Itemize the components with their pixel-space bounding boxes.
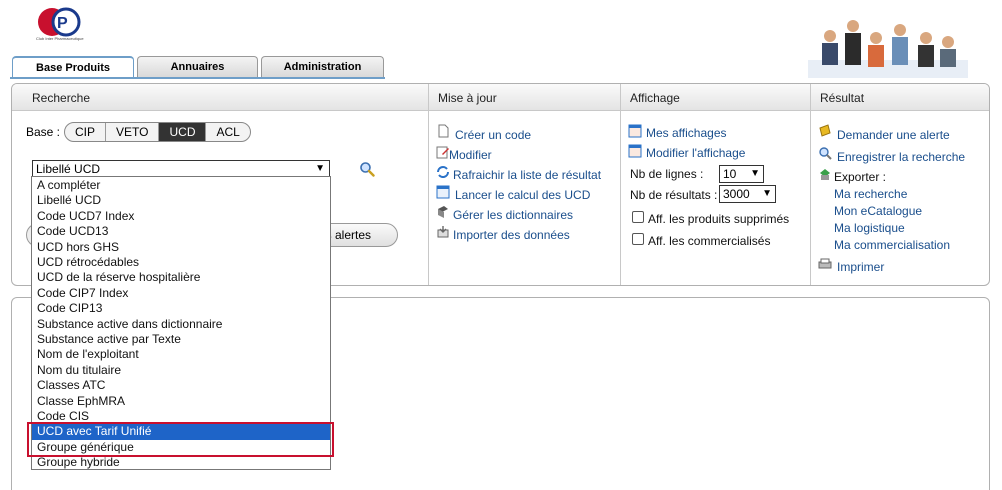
- criteria-option[interactable]: Groupe hybride: [32, 455, 330, 470]
- recherche-title: Recherche: [32, 91, 91, 105]
- criteria-option[interactable]: Code UCD13: [32, 224, 330, 239]
- new-document-icon: [438, 124, 449, 138]
- affichage-title: Affichage: [630, 91, 680, 105]
- export-ma-logistique-link[interactable]: Ma logistique: [834, 221, 905, 235]
- enregistrer-recherche-link[interactable]: Enregistrer la recherche: [837, 150, 965, 164]
- save-search-icon: [819, 147, 832, 160]
- nb-resultats-label: Nb de résultats :: [630, 188, 718, 202]
- nb-resultats-select[interactable]: 3000 ▼: [719, 185, 776, 203]
- base-label: Base :: [26, 125, 61, 139]
- modifier-link[interactable]: Modifier: [449, 148, 492, 162]
- criteria-option[interactable]: UCD de la réserve hospitalière: [32, 270, 330, 285]
- criteria-option[interactable]: Code UCD7 Index: [32, 209, 330, 224]
- column-divider: [810, 84, 811, 285]
- exporter-label: Exporter :: [834, 170, 887, 184]
- chevron-down-icon: ▼: [315, 163, 325, 174]
- base-option-veto[interactable]: VETO: [106, 123, 160, 141]
- lancer-calcul-link[interactable]: Lancer le calcul des UCD: [455, 188, 590, 202]
- demander-alerte-link[interactable]: Demander une alerte: [837, 128, 950, 142]
- criteria-option[interactable]: Substance active dans dictionnaire: [32, 317, 330, 332]
- bell-icon: [819, 124, 831, 137]
- tab-annuaires[interactable]: Annuaires: [137, 56, 258, 78]
- gerer-dictionnaires-link[interactable]: Gérer les dictionnaires: [453, 208, 573, 222]
- criteria-option[interactable]: Nom du titulaire: [32, 363, 330, 378]
- export-icon: [820, 169, 830, 180]
- creer-code-link[interactable]: Créer un code: [455, 128, 531, 142]
- criteria-option[interactable]: Nom de l'exploitant: [32, 347, 330, 362]
- refresh-icon: [437, 166, 449, 178]
- svg-text:P: P: [57, 15, 68, 32]
- search-icon[interactable]: [359, 161, 375, 177]
- criteria-option[interactable]: Code CIP7 Index: [32, 286, 330, 301]
- criteria-option[interactable]: Classes ATC: [32, 378, 330, 393]
- calculator-icon: [436, 185, 450, 199]
- panel-header: Recherche Mise à jour Affichage Résultat: [12, 84, 989, 111]
- nb-lignes-select[interactable]: 10 ▼: [719, 165, 764, 183]
- show-marketed-checkbox[interactable]: [632, 233, 644, 245]
- business-people-illustration: [808, 20, 968, 78]
- nb-resultats-value: 3000: [723, 187, 750, 201]
- chevron-down-icon: ▼: [750, 168, 760, 179]
- criteria-option[interactable]: UCD rétrocédables: [32, 255, 330, 270]
- display-grid-icon: [628, 124, 642, 138]
- nb-lignes-label: Nb de lignes :: [630, 167, 704, 181]
- tab-base-produits[interactable]: Base Produits: [12, 56, 134, 79]
- base-option-ucd[interactable]: UCD: [159, 123, 207, 141]
- dictionary-icon: [438, 206, 448, 218]
- callout-highlight-box: [27, 422, 334, 457]
- base-option-cip[interactable]: CIP: [65, 123, 107, 141]
- criteria-option[interactable]: A compléter: [32, 178, 330, 193]
- logo-caption: Club Inter Pharmaceutique: [36, 36, 84, 41]
- criteria-option[interactable]: Libellé UCD: [32, 193, 330, 208]
- edit-display-icon: [628, 144, 642, 158]
- importer-donnees-link[interactable]: Importer des données: [453, 228, 570, 242]
- column-divider: [620, 84, 621, 285]
- resultat-title: Résultat: [820, 91, 865, 105]
- export-mon-ecatalogue-link[interactable]: Mon eCatalogue: [834, 204, 922, 218]
- nb-lignes-value: 10: [723, 167, 737, 181]
- modifier-affichage-link[interactable]: Modifier l'affichage: [646, 146, 745, 160]
- criteria-option[interactable]: Code CIP13: [32, 301, 330, 316]
- criteria-select-value: Libellé UCD: [36, 162, 101, 176]
- criteria-option[interactable]: UCD hors GHS: [32, 240, 330, 255]
- show-deleted-label: Aff. les produits supprimés: [648, 212, 790, 226]
- rafraichir-link[interactable]: Rafraichir la liste de résultat: [453, 168, 601, 182]
- import-icon: [437, 226, 449, 238]
- criteria-option[interactable]: Classe EphMRA: [32, 394, 330, 409]
- base-option-acl[interactable]: ACL: [206, 123, 249, 141]
- edit-icon: [436, 146, 449, 159]
- tab-administration[interactable]: Administration: [261, 56, 384, 78]
- mise-a-jour-title: Mise à jour: [438, 91, 497, 105]
- mes-affichages-link[interactable]: Mes affichages: [646, 126, 727, 140]
- show-deleted-checkbox[interactable]: [632, 211, 644, 223]
- column-divider: [428, 84, 429, 285]
- imprimer-link[interactable]: Imprimer: [837, 260, 884, 274]
- printer-icon: [818, 258, 832, 269]
- show-marketed-label: Aff. les commercialisés: [648, 234, 771, 248]
- export-ma-recherche-link[interactable]: Ma recherche: [834, 187, 907, 201]
- tab-underline: [10, 77, 385, 79]
- criteria-option[interactable]: Substance active par Texte: [32, 332, 330, 347]
- chevron-down-icon: ▼: [762, 188, 772, 199]
- export-ma-commercialisation-link[interactable]: Ma commercialisation: [834, 238, 950, 252]
- base-selector: CIP VETO UCD ACL: [64, 122, 251, 142]
